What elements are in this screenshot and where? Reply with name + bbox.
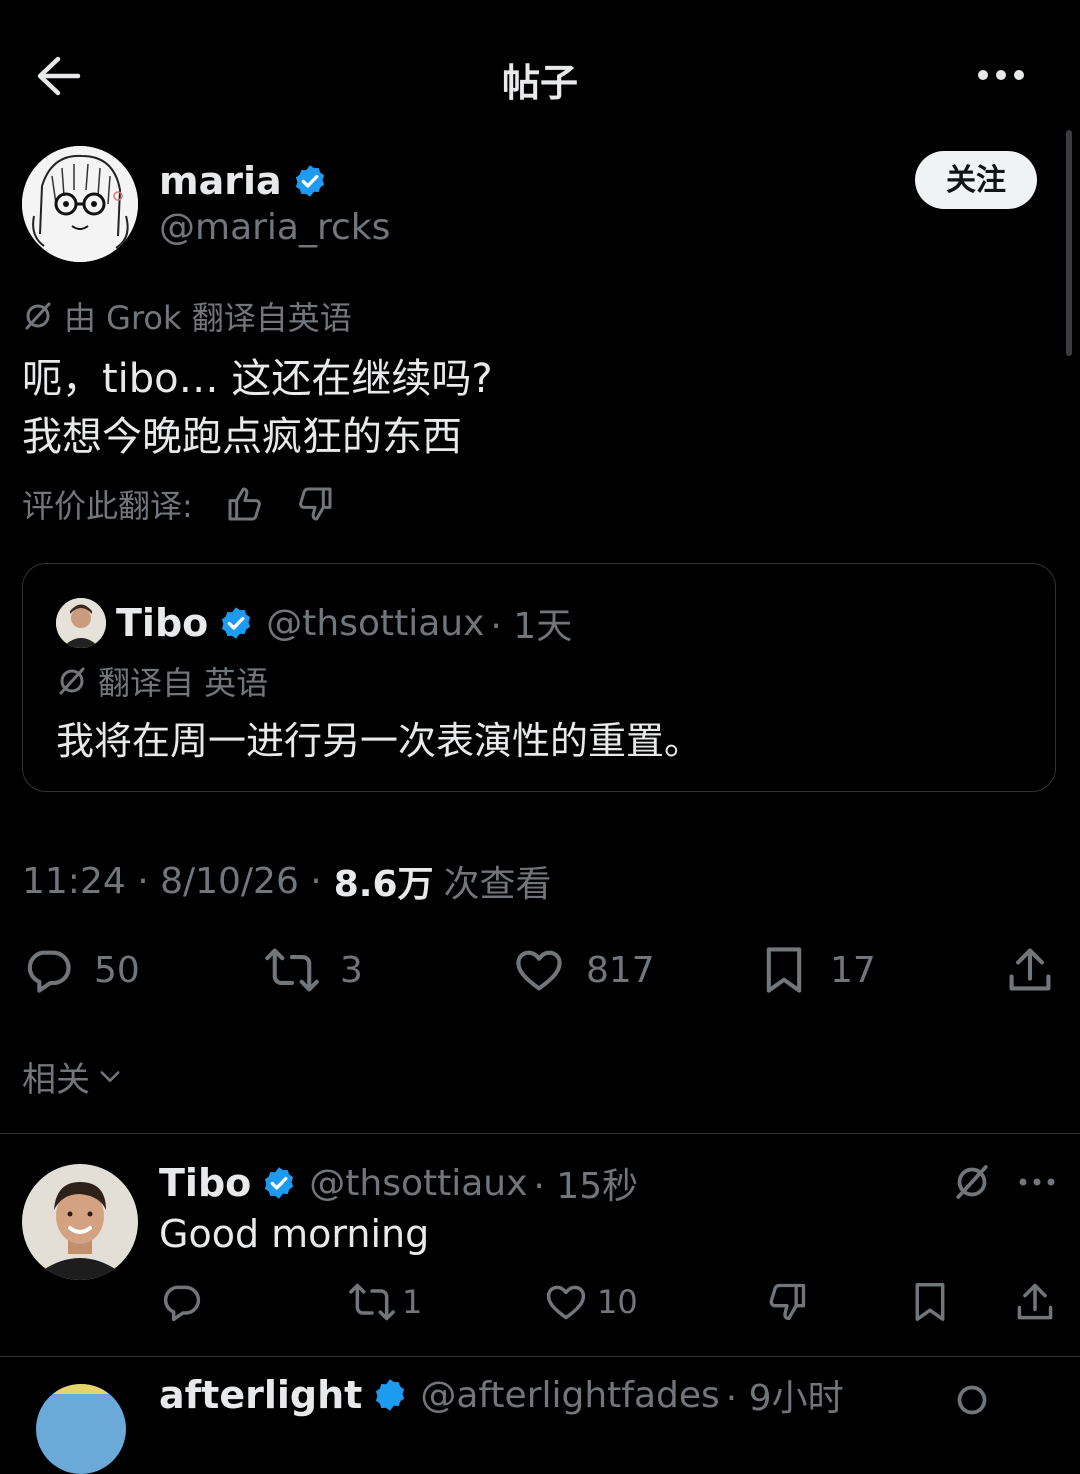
reply-like-count: 10 xyxy=(597,1283,638,1321)
heart-icon xyxy=(546,1285,586,1320)
grok-icon xyxy=(59,667,85,695)
reply-count: 50 xyxy=(94,949,140,991)
bookmark-icon xyxy=(766,947,802,993)
post-text-line: 我想今晚跑点疯狂的东西 xyxy=(22,414,462,460)
share-button[interactable] xyxy=(1004,944,1056,996)
quote-time: · 1天 xyxy=(490,606,573,647)
divider xyxy=(0,1356,1080,1357)
bookmark-icon xyxy=(915,1283,945,1321)
like-action[interactable]: 817 xyxy=(512,944,655,996)
gradient-avatar-icon xyxy=(36,1384,126,1474)
post-timestamp[interactable]: 11:24 · 8/10/26 · xyxy=(22,861,322,902)
more-horizontal-icon xyxy=(1019,1178,1055,1186)
grok-icon xyxy=(956,1165,988,1199)
bookmark-count: 17 xyxy=(830,949,876,991)
verified-badge-icon xyxy=(222,607,251,639)
related-label: 相关 xyxy=(22,1059,90,1100)
next-reply-avatar[interactable] xyxy=(36,1384,126,1474)
reply-more-button[interactable] xyxy=(1018,1174,1056,1190)
heart-icon xyxy=(516,950,562,991)
quote-author-handle[interactable]: @thsottiaux xyxy=(266,603,484,644)
reply-action[interactable]: 50 xyxy=(22,944,140,996)
page-title: 帖子 xyxy=(501,61,578,105)
more-options-button[interactable] xyxy=(975,62,1027,88)
views-label: 次查看 xyxy=(443,864,552,905)
next-reply-author-name[interactable]: afterlight xyxy=(159,1373,362,1417)
reply-repost-count: 1 xyxy=(402,1283,423,1321)
views-count[interactable]: 8.6万 xyxy=(334,855,434,907)
repost-icon xyxy=(349,1283,395,1321)
sketch-avatar-icon xyxy=(22,146,138,262)
thumbs-down-icon[interactable] xyxy=(295,484,335,524)
reply-repost-action[interactable]: 1 xyxy=(348,1280,422,1324)
translation-note-text: 由 Grok 翻译自英语 xyxy=(64,299,352,337)
thumbs-up-icon[interactable] xyxy=(225,484,265,524)
next-reply-author-handle[interactable]: @afterlightfades xyxy=(420,1375,719,1416)
thumbs-down-icon xyxy=(769,1283,806,1321)
rate-label: 评价此翻译: xyxy=(22,487,193,525)
share-icon xyxy=(1017,1283,1053,1320)
quote-translation-note-text: 翻译自 英语 xyxy=(98,664,269,702)
more-horizontal-icon xyxy=(978,70,1024,80)
rate-translation: 评价此翻译: xyxy=(22,482,335,526)
related-toggle[interactable]: 相关 xyxy=(22,1054,124,1100)
chevron-down-icon xyxy=(100,1071,120,1082)
quote-translation-note: 翻译自 英语 xyxy=(56,661,269,702)
grok-icon xyxy=(25,302,51,330)
verified-badge-icon xyxy=(295,165,324,197)
reply-grok-button[interactable] xyxy=(952,1162,992,1202)
author-handle[interactable]: @maria_rcks xyxy=(159,207,390,248)
post-meta: 11:24 · 8/10/26 · 8.6万 次查看 xyxy=(22,855,552,907)
reply-author-name[interactable]: Tibo xyxy=(159,1161,251,1205)
translation-note: 由 Grok 翻译自英语 xyxy=(22,296,352,337)
quote-text: 我将在周一进行另一次表演性的重置。 xyxy=(56,719,703,763)
quote-author-row[interactable]: Tibo @thsottiaux · 1天 xyxy=(116,601,572,647)
next-reply-author-row[interactable]: afterlight @afterlightfades · 9小时 xyxy=(159,1372,844,1419)
next-reply-grok-button[interactable] xyxy=(952,1380,992,1420)
reply-icon xyxy=(27,950,71,993)
repost-icon xyxy=(265,948,319,992)
verified-badge-icon xyxy=(265,1167,294,1199)
avatar[interactable] xyxy=(22,146,138,262)
reply-share-button[interactable] xyxy=(1013,1280,1057,1324)
quote-author-name[interactable]: Tibo xyxy=(116,601,208,645)
author-name-row[interactable]: maria xyxy=(159,158,328,204)
grok-icon xyxy=(957,1385,987,1415)
like-count: 817 xyxy=(586,949,655,991)
scrollbar[interactable] xyxy=(1066,130,1072,356)
share-icon xyxy=(1009,948,1051,991)
person-photo-icon xyxy=(56,598,106,648)
reply-author-handle[interactable]: @thsottiaux xyxy=(309,1163,527,1204)
follow-button[interactable]: 关注 xyxy=(915,151,1037,209)
person-photo-icon xyxy=(22,1164,138,1280)
reply-author-row[interactable]: Tibo @thsottiaux · 15秒 xyxy=(159,1160,639,1207)
next-reply-time: · 9小时 xyxy=(725,1378,844,1419)
bookmark-action[interactable]: 17 xyxy=(760,944,876,996)
repost-count: 3 xyxy=(340,949,363,991)
author-name[interactable]: maria xyxy=(159,159,282,203)
reply-dislike-button[interactable] xyxy=(765,1280,809,1324)
post-text: 呃，tibo… 这还在继续吗? 我想今晚跑点疯狂的东西 xyxy=(22,350,493,466)
repost-action[interactable]: 3 xyxy=(264,944,363,996)
reply-like-action[interactable]: 10 xyxy=(543,1280,638,1324)
verified-badge-icon xyxy=(376,1379,405,1411)
reply-icon xyxy=(163,1285,201,1322)
post-text-line: 呃，tibo… 这还在继续吗? xyxy=(22,356,493,402)
reply-time: · 15秒 xyxy=(533,1166,639,1207)
quote-avatar[interactable] xyxy=(56,598,106,648)
reply-bookmark-button[interactable] xyxy=(910,1280,950,1324)
reply-reply-button[interactable] xyxy=(159,1280,203,1324)
reply-text: Good morning xyxy=(159,1212,430,1256)
reply-avatar[interactable] xyxy=(22,1164,138,1280)
divider xyxy=(0,1133,1080,1134)
